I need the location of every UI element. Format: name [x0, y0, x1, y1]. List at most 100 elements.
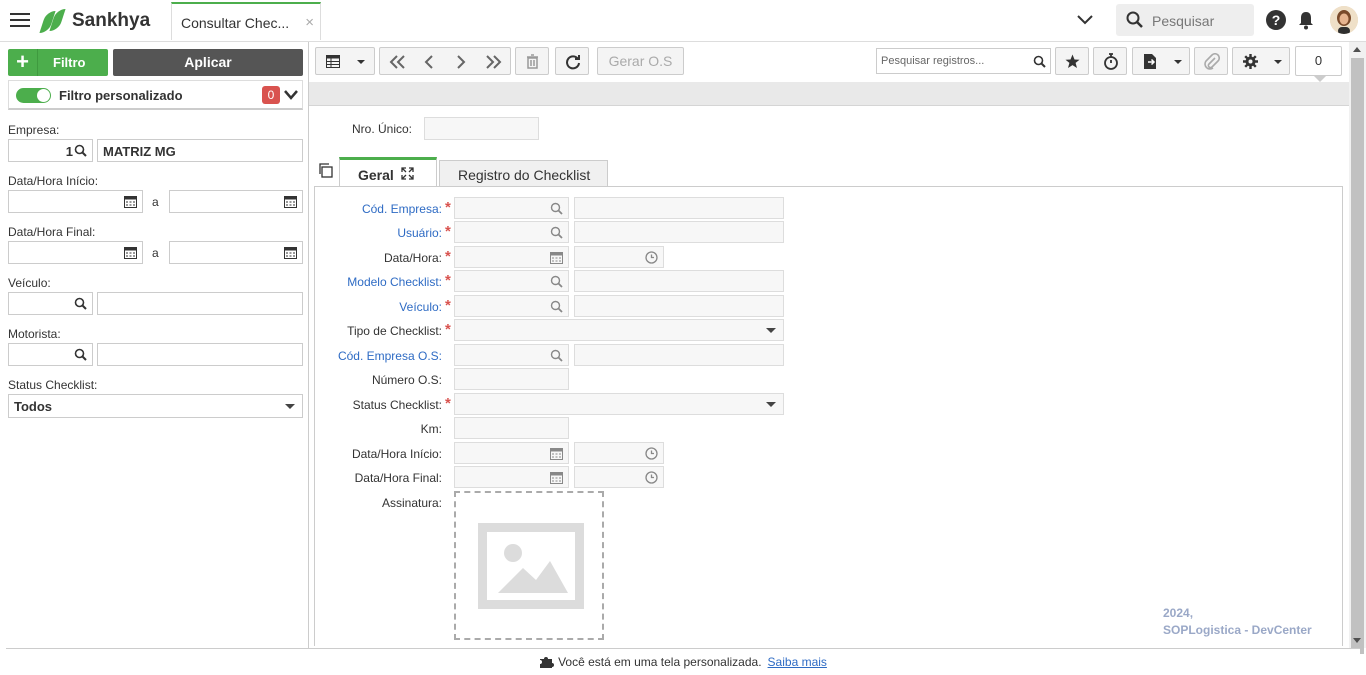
avatar[interactable]	[1330, 6, 1358, 34]
modelo-checklist-input[interactable]	[454, 270, 569, 292]
numero-os-label: Número O.S:	[371, 373, 442, 387]
data-hora-inicio-time-input[interactable]	[574, 442, 664, 464]
scrollbar[interactable]	[1349, 42, 1366, 654]
data-final-to-input[interactable]	[169, 241, 303, 264]
tab-registro-checklist[interactable]: Registro do Checklist	[439, 160, 608, 186]
bell-icon[interactable]	[1297, 10, 1315, 30]
caret-down-icon	[1274, 60, 1282, 64]
veiculo-form-input[interactable]	[454, 295, 569, 317]
search-icon[interactable]	[550, 275, 563, 288]
attachment-button[interactable]	[1194, 47, 1228, 75]
delete-button[interactable]	[515, 47, 549, 75]
calendar-icon[interactable]	[550, 251, 563, 264]
cod-empresa-input[interactable]	[454, 197, 569, 219]
search-icon[interactable]	[1033, 55, 1046, 68]
assinatura-image-field[interactable]	[454, 491, 604, 640]
search-icon[interactable]	[550, 349, 563, 362]
data-hora-final-date-input[interactable]	[454, 466, 569, 488]
empresa-code-input[interactable]: 1	[8, 139, 93, 162]
settings-button[interactable]	[1232, 47, 1290, 75]
calendar-icon[interactable]	[124, 246, 137, 259]
help-icon[interactable]: ?	[1266, 10, 1286, 30]
search-icon[interactable]	[74, 144, 87, 157]
search-icon[interactable]	[550, 226, 563, 239]
numero-os-input[interactable]	[454, 368, 569, 390]
clock-icon[interactable]	[645, 251, 658, 264]
view-mode-button[interactable]	[315, 47, 375, 75]
tab-consultar-checklist[interactable]: Consultar Chec... ×	[171, 2, 321, 40]
modelo-checklist-label[interactable]: Modelo Checklist:	[347, 275, 442, 289]
search-icon[interactable]	[74, 348, 87, 361]
last-record-icon[interactable]	[485, 54, 503, 70]
status-checklist-select[interactable]	[454, 393, 784, 415]
scroll-down-icon[interactable]	[1353, 638, 1361, 643]
previous-record-icon[interactable]	[423, 54, 435, 70]
refresh-button[interactable]	[555, 47, 589, 75]
veiculo-code-input[interactable]	[8, 292, 93, 315]
required-mark: *	[445, 321, 451, 338]
motorista-name-input[interactable]	[97, 343, 303, 366]
gerar-os-button[interactable]: Gerar O.S	[597, 47, 684, 75]
empresa-name-input[interactable]: MATRIZ MG	[97, 139, 303, 162]
brand-logo[interactable]: Sankhya	[39, 8, 150, 34]
copy-icon[interactable]	[318, 163, 333, 178]
tab-title: Consultar Chec...	[181, 15, 290, 31]
first-record-icon[interactable]	[388, 54, 406, 70]
search-icon[interactable]	[550, 300, 563, 313]
data-hora-inicio-date-input[interactable]	[454, 442, 569, 464]
cod-empresa-label[interactable]: Cód. Empresa:	[362, 202, 442, 216]
search-icon[interactable]	[550, 202, 563, 215]
filtro-button[interactable]: + Filtro	[8, 49, 108, 76]
data-inicio-to-input[interactable]	[169, 190, 303, 213]
motorista-code-input[interactable]	[8, 343, 93, 366]
export-button[interactable]	[1132, 47, 1190, 75]
search-icon[interactable]	[74, 297, 87, 310]
data-hora-date-input[interactable]	[454, 246, 569, 268]
record-search-input[interactable]: Pesquisar registros...	[876, 48, 1051, 74]
status-checklist-filter-select[interactable]: Todos	[8, 394, 303, 418]
calendar-icon[interactable]	[550, 447, 563, 460]
clock-icon[interactable]	[645, 447, 658, 460]
custom-filter-bar[interactable]: Filtro personalizado 0	[8, 80, 303, 110]
caret-down-icon	[357, 60, 365, 64]
favorite-button[interactable]	[1055, 47, 1089, 75]
saiba-mais-link[interactable]: Saiba mais	[768, 655, 827, 669]
veiculo-form-label[interactable]: Veículo:	[399, 300, 442, 314]
data-hora-label: Data/Hora:	[383, 251, 442, 265]
calendar-icon[interactable]	[124, 195, 137, 208]
next-record-icon[interactable]	[455, 54, 467, 70]
scroll-up-icon[interactable]	[1353, 47, 1361, 52]
cod-empresa-description	[574, 197, 784, 219]
timer-button[interactable]	[1093, 47, 1127, 75]
data-final-from-input[interactable]	[8, 241, 143, 264]
data-inicio-from-input[interactable]	[8, 190, 143, 213]
usuario-label[interactable]: Usuário:	[397, 226, 442, 240]
nro-unico-input[interactable]	[424, 117, 539, 140]
status-checklist-filter-label: Status Checklist:	[8, 378, 98, 392]
menu-icon[interactable]	[10, 13, 30, 27]
calendar-icon[interactable]	[550, 471, 563, 484]
chevron-down-icon[interactable]	[283, 88, 299, 102]
close-icon[interactable]: ×	[305, 14, 314, 31]
scrollbar-thumb[interactable]	[1351, 58, 1364, 654]
tipo-checklist-select[interactable]	[454, 319, 784, 341]
usuario-input[interactable]	[454, 221, 569, 243]
data-hora-final-time-input[interactable]	[574, 466, 664, 488]
data-hora-time-input[interactable]	[574, 246, 664, 268]
chevron-down-icon[interactable]	[1076, 12, 1094, 28]
km-input[interactable]	[454, 417, 569, 439]
calendar-icon[interactable]	[284, 195, 297, 208]
aplicar-button[interactable]: Aplicar	[113, 49, 303, 76]
calendar-icon[interactable]	[284, 246, 297, 259]
veiculo-form-description	[574, 295, 784, 317]
tab-geral-label: Geral	[358, 167, 394, 183]
panel-divider[interactable]	[308, 42, 309, 648]
veiculo-name-input[interactable]	[97, 292, 303, 315]
global-search-input[interactable]: Pesquisar	[1116, 4, 1254, 36]
cod-empresa-os-label[interactable]: Cód. Empresa O.S:	[338, 349, 442, 363]
custom-filter-toggle[interactable]	[16, 88, 51, 103]
expand-icon[interactable]	[401, 167, 414, 180]
cod-empresa-os-input[interactable]	[454, 344, 569, 366]
tab-geral[interactable]: Geral	[339, 157, 437, 187]
clock-icon[interactable]	[645, 471, 658, 484]
